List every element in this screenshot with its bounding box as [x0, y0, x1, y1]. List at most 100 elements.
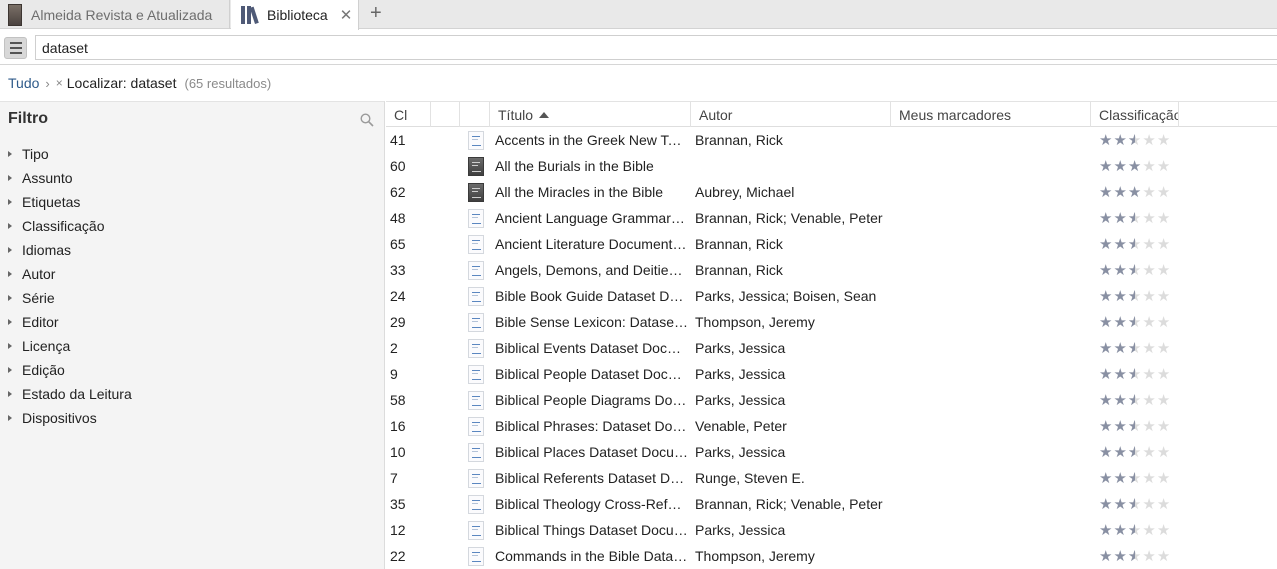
table-row[interactable]: 41 Accents in the Greek New Testament Bran…: [386, 127, 1277, 153]
star-icon[interactable]: ★: [1128, 133, 1141, 148]
tab-almeida[interactable]: Almeida Revista e Atualizada: [0, 0, 230, 29]
star-icon[interactable]: ★: [1128, 393, 1141, 408]
star-icon[interactable]: ★: [1157, 393, 1170, 408]
rating-stars[interactable]: ★ ★ ★ ★ ★: [1099, 159, 1171, 174]
row-rating[interactable]: ★ ★ ★ ★ ★: [1099, 361, 1179, 387]
star-icon[interactable]: ★: [1142, 133, 1155, 148]
star-icon[interactable]: ★: [1157, 497, 1170, 512]
row-title[interactable]: Accents in the Greek New Testament: [495, 127, 688, 153]
star-icon[interactable]: ★: [1113, 471, 1126, 486]
row-title[interactable]: All the Burials in the Bible: [495, 153, 688, 179]
column-header-num[interactable]: Cl: [386, 102, 431, 127]
star-icon[interactable]: ★: [1128, 185, 1141, 200]
row-title[interactable]: Biblical Places Dataset Documentation: [495, 439, 688, 465]
table-row[interactable]: 58 Biblical People Diagrams Documentation…: [386, 387, 1277, 413]
rating-stars[interactable]: ★ ★ ★ ★ ★: [1099, 497, 1171, 512]
column-header-title[interactable]: Título: [490, 102, 691, 127]
row-title[interactable]: Angels, Demons, and Deities Dataset: [495, 257, 688, 283]
star-icon[interactable]: ★: [1157, 133, 1170, 148]
filter-item[interactable]: Etiquetas: [8, 190, 132, 214]
filter-item[interactable]: Autor: [8, 262, 132, 286]
star-icon[interactable]: ★: [1142, 315, 1155, 330]
star-icon[interactable]: ★: [1128, 159, 1141, 174]
table-row[interactable]: 9 Biblical People Dataset Documentation Pa…: [386, 361, 1277, 387]
row-rating[interactable]: ★ ★ ★ ★ ★: [1099, 465, 1179, 491]
star-icon[interactable]: ★: [1142, 185, 1155, 200]
star-icon[interactable]: ★: [1157, 445, 1170, 460]
row-rating[interactable]: ★ ★ ★ ★ ★: [1099, 283, 1179, 309]
table-row[interactable]: 62 All the Miracles in the Bible Aubrey, M…: [386, 179, 1277, 205]
star-icon[interactable]: ★: [1113, 549, 1126, 564]
star-icon[interactable]: ★: [1099, 523, 1112, 538]
star-icon[interactable]: ★: [1128, 263, 1141, 278]
star-icon[interactable]: ★: [1113, 159, 1126, 174]
row-rating[interactable]: ★ ★ ★ ★ ★: [1099, 231, 1179, 257]
star-icon[interactable]: ★: [1113, 367, 1126, 382]
column-header-author[interactable]: Autor: [691, 102, 891, 127]
row-rating[interactable]: ★ ★ ★ ★ ★: [1099, 439, 1179, 465]
close-icon[interactable]: ✕: [340, 6, 353, 24]
row-rating[interactable]: ★ ★ ★ ★ ★: [1099, 257, 1179, 283]
rating-stars[interactable]: ★ ★ ★ ★ ★: [1099, 341, 1171, 356]
table-row[interactable]: 29 Bible Sense Lexicon: Dataset Documenta…: [386, 309, 1277, 335]
table-row[interactable]: 60 All the Burials in the Bible ★ ★ ★ ★ ★: [386, 153, 1277, 179]
row-title[interactable]: Biblical Theology Cross-Reference: [495, 491, 688, 517]
star-icon[interactable]: ★: [1099, 237, 1112, 252]
star-icon[interactable]: ★: [1099, 341, 1112, 356]
star-icon[interactable]: ★: [1142, 471, 1155, 486]
table-row[interactable]: 7 Biblical Referents Dataset Documentatio…: [386, 465, 1277, 491]
star-icon[interactable]: ★: [1099, 315, 1112, 330]
filter-item[interactable]: Idiomas: [8, 238, 132, 262]
star-icon[interactable]: ★: [1113, 393, 1126, 408]
row-rating[interactable]: ★ ★ ★ ★ ★: [1099, 413, 1179, 439]
remove-filter-icon[interactable]: ×: [56, 76, 63, 90]
table-row[interactable]: 22 Commands in the Bible Dataset Thompson,…: [386, 543, 1277, 569]
star-icon[interactable]: ★: [1113, 315, 1126, 330]
tab-biblioteca[interactable]: Biblioteca ✕: [231, 0, 359, 30]
table-row[interactable]: 10 Biblical Places Dataset Documentation P…: [386, 439, 1277, 465]
rating-stars[interactable]: ★ ★ ★ ★ ★: [1099, 523, 1171, 538]
star-icon[interactable]: ★: [1157, 523, 1170, 538]
star-icon[interactable]: ★: [1157, 159, 1170, 174]
row-rating[interactable]: ★ ★ ★ ★ ★: [1099, 205, 1179, 231]
row-title[interactable]: Ancient Literature Documentation: [495, 231, 688, 257]
star-icon[interactable]: ★: [1099, 263, 1112, 278]
rating-stars[interactable]: ★ ★ ★ ★ ★: [1099, 393, 1171, 408]
star-icon[interactable]: ★: [1142, 159, 1155, 174]
rating-stars[interactable]: ★ ★ ★ ★ ★: [1099, 445, 1171, 460]
row-title[interactable]: All the Miracles in the Bible: [495, 179, 688, 205]
filter-item[interactable]: Edição: [8, 358, 132, 382]
star-icon[interactable]: ★: [1157, 471, 1170, 486]
star-icon[interactable]: ★: [1099, 185, 1112, 200]
star-icon[interactable]: ★: [1157, 419, 1170, 434]
star-icon[interactable]: ★: [1128, 341, 1141, 356]
star-icon[interactable]: ★: [1142, 211, 1155, 226]
filter-item[interactable]: Assunto: [8, 166, 132, 190]
filter-item[interactable]: Classificação: [8, 214, 132, 238]
search-input[interactable]: [35, 35, 1277, 60]
row-title[interactable]: Biblical People Dataset Documentation: [495, 361, 688, 387]
rating-stars[interactable]: ★ ★ ★ ★ ★: [1099, 263, 1171, 278]
row-rating[interactable]: ★ ★ ★ ★ ★: [1099, 153, 1179, 179]
star-icon[interactable]: ★: [1142, 341, 1155, 356]
column-header-rating[interactable]: Classificação: [1091, 102, 1179, 127]
filter-item[interactable]: Estado da Leitura: [8, 382, 132, 406]
table-row[interactable]: 35 Biblical Theology Cross-Reference Brann…: [386, 491, 1277, 517]
star-icon[interactable]: ★: [1128, 523, 1141, 538]
star-icon[interactable]: ★: [1113, 445, 1126, 460]
row-title[interactable]: Bible Book Guide Dataset Documentation: [495, 283, 688, 309]
star-icon[interactable]: ★: [1142, 289, 1155, 304]
table-row[interactable]: 24 Bible Book Guide Dataset Documentation…: [386, 283, 1277, 309]
rating-stars[interactable]: ★ ★ ★ ★ ★: [1099, 185, 1171, 200]
star-icon[interactable]: ★: [1128, 419, 1141, 434]
star-icon[interactable]: ★: [1142, 367, 1155, 382]
filter-item[interactable]: Série: [8, 286, 132, 310]
star-icon[interactable]: ★: [1157, 185, 1170, 200]
row-title[interactable]: Biblical Referents Dataset Documentation: [495, 465, 688, 491]
row-title[interactable]: Ancient Language Grammar Cross-Reference: [495, 205, 688, 231]
star-icon[interactable]: ★: [1128, 367, 1141, 382]
filter-item[interactable]: Licença: [8, 334, 132, 358]
star-icon[interactable]: ★: [1157, 367, 1170, 382]
filter-item[interactable]: Editor: [8, 310, 132, 334]
star-icon[interactable]: ★: [1128, 471, 1141, 486]
